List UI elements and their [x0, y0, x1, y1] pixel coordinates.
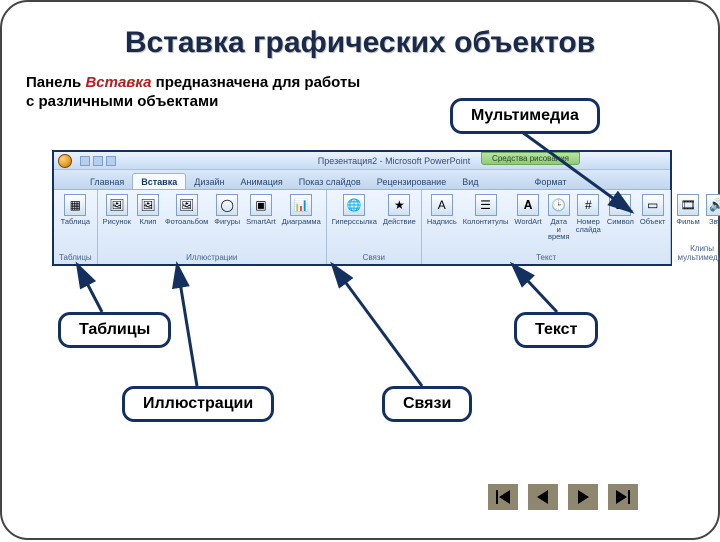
text-label-6: Объект — [640, 218, 666, 226]
tables-label-0: Таблица — [61, 218, 90, 226]
window-titlebar: Презентация2 - Microsoft PowerPoint Сред… — [54, 152, 670, 170]
context-tab-title: Средства рисования — [481, 152, 580, 165]
tab-view[interactable]: Вид — [454, 174, 486, 189]
tab-slideshow[interactable]: Показ слайдов — [291, 174, 369, 189]
media-item-1[interactable]: 🔊 Звук — [706, 194, 720, 226]
illus-label-0: Рисунок — [103, 218, 131, 226]
illus-icon-4: ▣ — [250, 194, 272, 216]
tab-format[interactable]: Формат — [527, 174, 575, 189]
illus-icon-2: 🖼 — [176, 194, 198, 216]
illus-item-4[interactable]: ▣ SmartArt — [246, 194, 276, 226]
office-orb-icon[interactable] — [58, 154, 72, 168]
group-label-illus: Иллюстрации — [103, 252, 321, 262]
media-label-1: Звук — [709, 218, 720, 226]
callout-links: Связи — [382, 386, 472, 422]
intro-text: Панель Вставка предназначена для работы … — [26, 74, 366, 112]
illus-item-0[interactable]: 🖼 Рисунок — [103, 194, 131, 226]
text-label-1: Колонтитулы — [463, 218, 509, 226]
links-item-1[interactable]: ★ Действие — [383, 194, 416, 226]
illus-label-2: Фотоальбом — [165, 218, 208, 226]
links-icon-0: 🌐 — [343, 194, 365, 216]
illus-icon-1: 🖼 — [137, 194, 159, 216]
callout-illus: Иллюстрации — [122, 386, 274, 422]
illus-icon-0: 🖼 — [106, 194, 128, 216]
links-label-1: Действие — [383, 218, 416, 226]
group-links: 🌐 Гиперссылка ★ Действие Связи — [327, 190, 422, 264]
links-icon-1: ★ — [388, 194, 410, 216]
illus-item-2[interactable]: 🖼 Фотоальбом — [165, 194, 208, 226]
tab-home[interactable]: Главная — [82, 174, 132, 189]
text-item-6[interactable]: ▭ Объект — [640, 194, 666, 226]
nav-last-button[interactable] — [608, 484, 638, 510]
group-label-text: Текст — [427, 252, 666, 262]
text-icon-2: 𝐀 — [517, 194, 539, 216]
nav-first-button[interactable] — [488, 484, 518, 510]
group-tables: ▦ Таблица Таблицы — [54, 190, 98, 264]
ribbon-screenshot: Презентация2 - Microsoft PowerPoint Сред… — [52, 150, 672, 266]
illus-icon-5: 📊 — [290, 194, 312, 216]
text-item-2[interactable]: 𝐀 WordArt — [514, 194, 541, 226]
ribbon-tabs: Главная Вставка Дизайн Анимация Показ сл… — [54, 170, 670, 190]
nav-prev-button[interactable] — [528, 484, 558, 510]
text-icon-5: Ω — [609, 194, 631, 216]
text-label-4: Номер слайда — [576, 218, 601, 233]
illus-item-5[interactable]: 📊 Диаграмма — [282, 194, 321, 226]
text-label-0: Надпись — [427, 218, 457, 226]
text-item-5[interactable]: Ω Символ — [607, 194, 634, 226]
ribbon-body: ▦ Таблица Таблицы 🖼 Рисунок 🖼 Клип 🖼 Фотоальбо… — [54, 190, 670, 264]
callout-text: Текст — [514, 312, 598, 348]
links-label-0: Гиперссылка — [332, 218, 377, 226]
text-item-1[interactable]: ☰ Колонтитулы — [463, 194, 509, 226]
tab-insert[interactable]: Вставка — [132, 173, 186, 189]
text-label-5: Символ — [607, 218, 634, 226]
text-icon-6: ▭ — [642, 194, 664, 216]
illus-label-1: Клип — [139, 218, 156, 226]
page-title: Вставка графических объектов — [26, 26, 694, 60]
media-label-0: Фильм — [676, 218, 699, 226]
media-icon-1: 🔊 — [706, 194, 720, 216]
illus-icon-3: ◯ — [216, 194, 238, 216]
illus-item-3[interactable]: ◯ Фигуры — [214, 194, 240, 226]
text-item-0[interactable]: A Надпись — [427, 194, 457, 226]
text-item-3[interactable]: 🕒Дата и время — [548, 194, 570, 241]
tab-animation[interactable]: Анимация — [233, 174, 291, 189]
illus-item-1[interactable]: 🖼 Клип — [137, 194, 159, 226]
media-item-0[interactable]: 🎞 Фильм — [676, 194, 699, 226]
tables-icon-0: ▦ — [64, 194, 86, 216]
intro-highlight: Вставка — [85, 74, 151, 91]
nav-next-button[interactable] — [568, 484, 598, 510]
illus-label-3: Фигуры — [214, 218, 240, 226]
tables-item-0[interactable]: ▦ Таблица — [61, 194, 90, 226]
group-label-tables: Таблицы — [59, 252, 92, 262]
tab-design[interactable]: Дизайн — [186, 174, 232, 189]
links-item-0[interactable]: 🌐 Гиперссылка — [332, 194, 377, 226]
text-icon-4: # — [577, 194, 599, 216]
text-icon-0: A — [431, 194, 453, 216]
group-media: 🎞 Фильм 🔊 Звук Клипы мультимедиа — [671, 190, 720, 264]
slide-nav — [488, 484, 638, 510]
group-label-links: Связи — [332, 252, 416, 262]
text-item-4[interactable]: # Номер слайда — [576, 194, 601, 233]
quick-access-toolbar[interactable] — [80, 156, 116, 166]
callout-multimedia: Мультимедиа — [450, 98, 600, 134]
tab-review[interactable]: Рецензирование — [369, 174, 455, 189]
intro-pre: Панель — [26, 74, 85, 91]
group-label-media: Клипы мультимедиа — [676, 243, 720, 262]
document-title: Презентация2 - Microsoft PowerPoint — [122, 156, 666, 166]
group-illustrations: 🖼 Рисунок 🖼 Клип 🖼 Фотоальбом ◯ Фигуры ▣ SmartArt… — [98, 190, 327, 264]
slide: Вставка графических объектов Панель Вста… — [0, 0, 720, 540]
media-icon-0: 🎞 — [677, 194, 699, 216]
group-text: A Надпись ☰ Колонтитулы 𝐀 WordArt 🕒Дата и врем… — [422, 190, 672, 264]
text-icon-1: ☰ — [475, 194, 497, 216]
text-label-3: Дата и время — [548, 218, 570, 241]
illus-label-5: Диаграмма — [282, 218, 321, 226]
text-label-2: WordArt — [514, 218, 541, 226]
callout-tables: Таблицы — [58, 312, 171, 348]
illus-label-4: SmartArt — [246, 218, 276, 226]
text-icon-3: 🕒 — [548, 194, 570, 216]
